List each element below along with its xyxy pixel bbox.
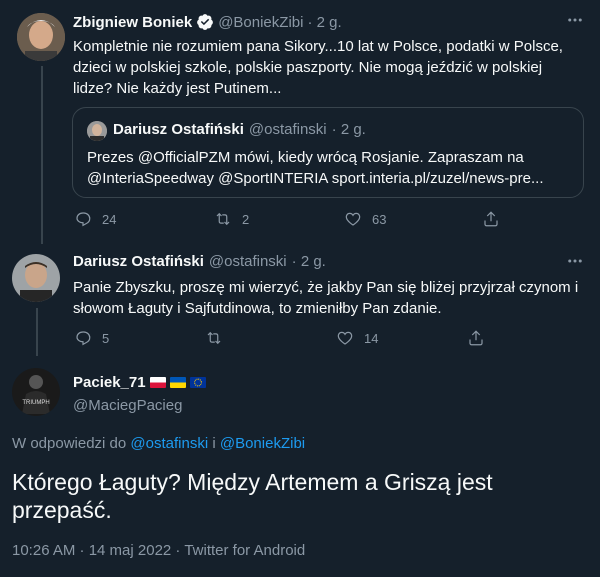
tweet2-more-icon[interactable] bbox=[566, 252, 584, 275]
tweet1-text: Kompletnie nie rozumiem pana Sikory...10… bbox=[73, 38, 563, 97]
reply-icon bbox=[76, 331, 91, 346]
quote-timestamp: · 2 g. bbox=[331, 121, 366, 138]
avatar-boniek[interactable] bbox=[17, 13, 65, 61]
tweet1-retweet-count: 2 bbox=[242, 211, 250, 227]
quote-text-line1: Prezes @OfficialPZM mówi, kiedy wrócą Ro… bbox=[87, 149, 524, 166]
thread-line-1 bbox=[41, 66, 43, 244]
main-author-handle[interactable]: @MaciegPacieg bbox=[73, 397, 182, 414]
tweet2-retweet-button[interactable] bbox=[205, 329, 233, 347]
reply-user-boniek-link[interactable]: @BoniekZibi bbox=[220, 435, 305, 452]
retweet-icon bbox=[207, 331, 221, 345]
quote-author-handle: @ostafinski bbox=[248, 121, 327, 138]
flag-ukraine-icon bbox=[169, 377, 186, 388]
main-author-name[interactable]: Paciek_71 bbox=[73, 374, 146, 391]
tweet2-author-name[interactable]: Dariusz Ostafiński bbox=[73, 253, 204, 270]
share-icon bbox=[469, 330, 483, 346]
main-tweet-meta[interactable]: 10:26 AM · 14 maj 2022 · Twitter for And… bbox=[12, 542, 305, 559]
quote-avatar bbox=[87, 121, 107, 141]
thread-line-2 bbox=[36, 308, 38, 356]
avatar-paciek[interactable]: TRIUMPH bbox=[12, 368, 60, 416]
tweet1-author-name[interactable]: Zbigniew Boniek bbox=[73, 14, 192, 31]
tweet1-more-icon[interactable] bbox=[566, 11, 584, 34]
main-tweet-text: Którego Łaguty? Między Artemem a Griszą … bbox=[12, 469, 493, 523]
tweet2-share-button[interactable] bbox=[467, 329, 485, 347]
heart-icon bbox=[345, 212, 361, 226]
tweet2-author-handle[interactable]: @ostafinski bbox=[209, 253, 287, 270]
avatar-paciek-image: TRIUMPH bbox=[12, 368, 60, 416]
tweet2-text: Panie Zbyszku, proszę mi wierzyć, że jak… bbox=[73, 279, 579, 317]
tweet1-retweet-button[interactable]: 2 bbox=[214, 210, 249, 228]
heart-icon bbox=[337, 331, 353, 345]
reply-prefix: W odpowiedzi do bbox=[12, 435, 127, 452]
quote-author-name: Dariusz Ostafiński bbox=[113, 121, 244, 138]
tweet1-timestamp[interactable]: · 2 g. bbox=[307, 14, 341, 31]
reply-conjunction: i bbox=[212, 435, 216, 452]
flag-eu-icon bbox=[189, 377, 206, 388]
reply-icon bbox=[76, 212, 91, 227]
retweet-icon bbox=[216, 212, 230, 226]
tweet1-reply-count: 24 bbox=[102, 211, 117, 227]
tweet2-like-count: 14 bbox=[364, 330, 379, 346]
quote-text-line2: @InteriaSpeedway @SportINTERIA sport.int… bbox=[87, 170, 544, 187]
flag-poland-icon bbox=[149, 377, 166, 388]
verified-badge-icon bbox=[196, 13, 214, 31]
reply-user-ostafinski-link[interactable]: @ostafinski bbox=[130, 435, 208, 452]
tweet2-reply-button[interactable]: 5 bbox=[74, 329, 109, 347]
avatar-ostafinski[interactable] bbox=[12, 254, 60, 302]
tweet1-like-button[interactable]: 63 bbox=[344, 210, 386, 228]
avatar-paciek-lettering: TRIUMPH bbox=[22, 400, 49, 406]
tweet1-like-count: 63 bbox=[372, 211, 387, 227]
tweet2-like-button[interactable]: 14 bbox=[336, 329, 378, 347]
share-icon bbox=[484, 211, 498, 227]
tweet1-author-handle[interactable]: @BoniekZibi bbox=[218, 14, 303, 31]
tweet2-reply-count: 5 bbox=[102, 330, 110, 346]
avatar-boniek-image bbox=[17, 13, 65, 61]
tweet1-share-button[interactable] bbox=[482, 210, 500, 228]
tweet1-reply-button[interactable]: 24 bbox=[74, 210, 116, 228]
avatar-ostafinski-image bbox=[12, 254, 60, 302]
tweet2-timestamp[interactable]: · 2 g. bbox=[292, 253, 326, 270]
quoted-tweet-card[interactable]: Dariusz Ostafiński @ostafinski · 2 g. Pr… bbox=[72, 107, 584, 198]
